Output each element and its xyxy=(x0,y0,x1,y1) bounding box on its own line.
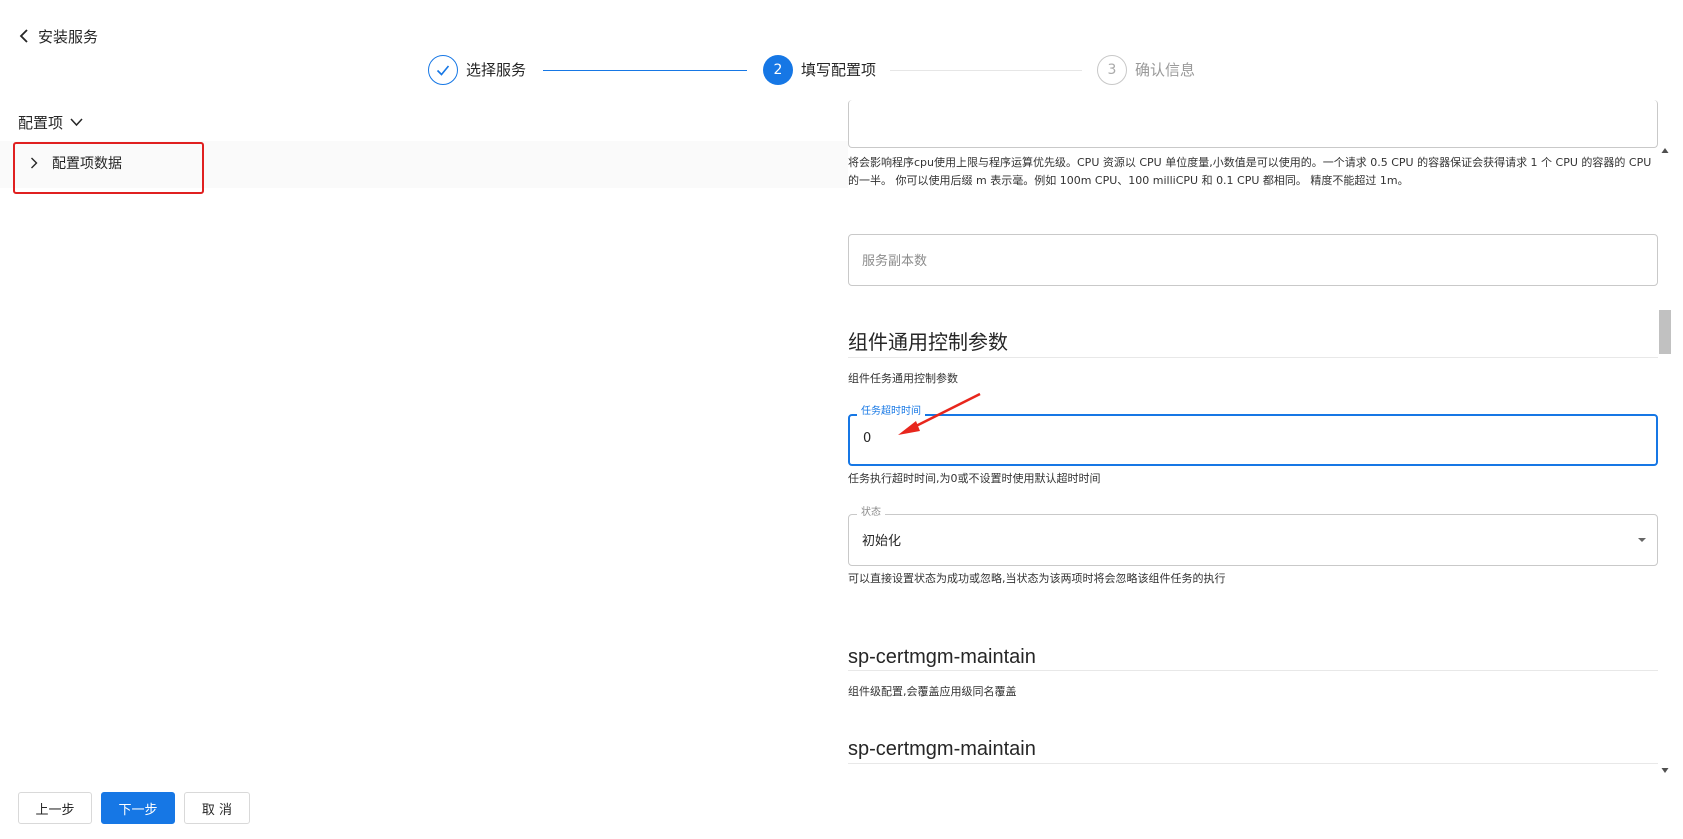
step-3-number: 3 xyxy=(1097,55,1127,85)
next-step-button[interactable]: 下一步 xyxy=(101,792,175,824)
component-1-description: 组件级配置,会覆盖应用级同名覆盖 xyxy=(848,685,1017,698)
component-2-divider xyxy=(848,763,1658,764)
step-1-done-icon xyxy=(428,55,458,85)
step-2-number: 2 xyxy=(763,55,793,85)
scrollbar-thumb[interactable] xyxy=(1659,310,1671,354)
timeout-help-text: 任务执行超时时间,为0或不设置时使用默认超时时间 xyxy=(848,472,1101,485)
replicas-input[interactable]: 服务副本数 xyxy=(848,234,1658,286)
config-items-title: 配置项 xyxy=(18,114,64,132)
cpu-help-text: 将会影响程序cpu使用上限与程序运算优先级。CPU 资源以 CPU 单位度量,小… xyxy=(848,156,1652,187)
scroll-up-arrow-icon xyxy=(1661,148,1669,153)
section-title: 组件通用控制参数 xyxy=(848,332,1008,354)
step-1-label: 选择服务 xyxy=(466,61,527,79)
scroll-down-arrow-icon xyxy=(1661,768,1669,773)
step-3-label: 确认信息 xyxy=(1135,61,1196,79)
component-2-title: sp-certmgm-maintain xyxy=(848,738,1036,760)
step-2-label: 填写配置项 xyxy=(801,61,877,79)
section-description: 组件任务通用控制参数 xyxy=(848,372,958,385)
section-divider xyxy=(848,357,1658,358)
step-connector-1 xyxy=(543,70,747,71)
scrollbar[interactable] xyxy=(1658,141,1672,781)
timeout-value: 0 xyxy=(863,431,872,446)
dropdown-arrow-icon xyxy=(1638,538,1646,542)
chevron-down-icon xyxy=(70,118,83,127)
cpu-field-bottom-edge[interactable] xyxy=(848,100,1658,148)
status-help-text: 可以直接设置状态为成功或忽略,当状态为该两项时将会忽略该组件任务的执行 xyxy=(848,572,1226,585)
status-select[interactable]: 初始化 xyxy=(848,514,1658,566)
status-value: 初始化 xyxy=(862,534,902,549)
page-title: 安装服务 xyxy=(38,27,99,46)
step-connector-2 xyxy=(890,70,1082,71)
component-1-title: sp-certmgm-maintain xyxy=(848,646,1036,668)
chevron-left-icon xyxy=(19,29,28,43)
cancel-button[interactable]: 取 消 xyxy=(184,792,250,824)
back-button[interactable]: 安装服务 xyxy=(18,24,98,48)
prev-step-button[interactable]: 上一步 xyxy=(18,792,92,824)
component-1-divider xyxy=(848,670,1658,671)
replicas-placeholder: 服务副本数 xyxy=(862,254,928,269)
highlight-box xyxy=(13,142,204,194)
config-items-toggle[interactable]: 配置项 xyxy=(18,112,83,133)
annotation-arrow-icon xyxy=(898,392,981,435)
status-label: 状态 xyxy=(857,507,885,519)
